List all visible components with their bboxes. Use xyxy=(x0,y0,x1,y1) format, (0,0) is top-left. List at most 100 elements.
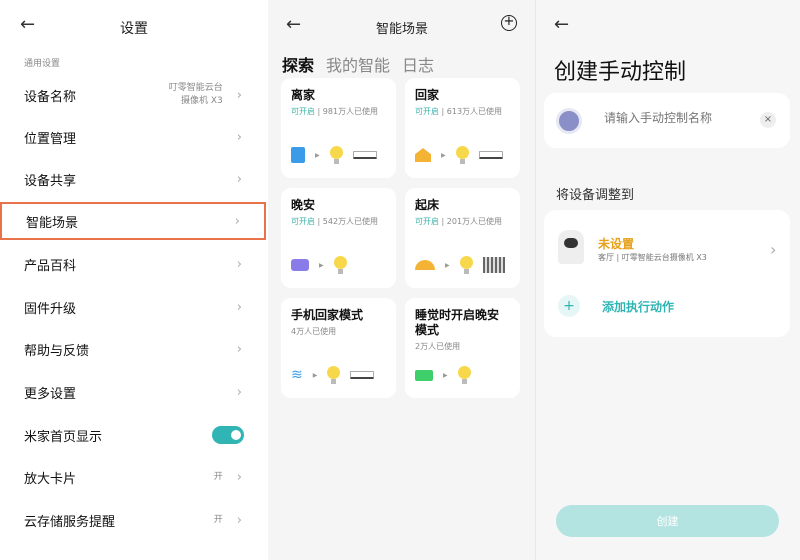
tab-explore[interactable]: 探索 xyxy=(282,52,314,76)
smart-scene-panel: ← 智能场景 + 探索 我的智能 日志 离家 可开启 | 981万人已使用 ▶ 回家… xyxy=(268,0,535,560)
settings-item-home-display: 米家首页显示 xyxy=(0,415,266,455)
scene-title: 离家 xyxy=(291,88,316,102)
add-action-button[interactable]: + 添加执行动作 xyxy=(558,295,674,317)
create-manual-control-panel: ← 创建手动控制 × 将设备调整到 未设置 客厅 | 叮零智能云台摄像机 X3 … xyxy=(535,0,800,560)
scene-users: 981万人已使用 xyxy=(322,107,379,116)
tab-log[interactable]: 日志 xyxy=(402,52,434,76)
scene-card-come-home[interactable]: 回家 可开启 | 613万人已使用 ▶ xyxy=(405,78,520,178)
bulb-icon xyxy=(455,146,469,164)
item-label: 设备共享 xyxy=(24,173,77,189)
scene-card-phone-home[interactable]: 手机回家模式 4万人已使用 ≋ ▶ xyxy=(281,298,396,398)
settings-panel: ← 设置 通用设置 设备名称 叮零智能云台 摄像机 X3 › 位置管理 › 设备共享 › … xyxy=(0,0,268,560)
scene-status: 可开启 xyxy=(415,217,439,226)
scene-icon[interactable] xyxy=(556,108,582,134)
sunrise-icon xyxy=(415,260,435,270)
scene-title: 睡觉时开启晚安模式 xyxy=(415,308,500,337)
page-title: 创建手动控制 xyxy=(554,60,687,85)
arrow-icon: ▶ xyxy=(441,151,446,159)
scene-users: 201万人已使用 xyxy=(446,217,503,226)
arrow-icon: ▶ xyxy=(319,261,324,269)
item-value: 叮零智能云台 摄像机 X3 xyxy=(168,83,223,106)
scene-title: 手机回家模式 xyxy=(291,308,364,322)
name-input[interactable] xyxy=(604,111,754,125)
home-display-toggle[interactable] xyxy=(212,426,244,444)
page-title: 设置 xyxy=(120,21,148,37)
item-label: 固件升级 xyxy=(24,301,77,317)
section-label: 将设备调整到 xyxy=(556,188,635,203)
add-action-label: 添加执行动作 xyxy=(602,299,675,314)
chevron-right-icon: › xyxy=(770,240,777,259)
scene-users: 613万人已使用 xyxy=(446,107,503,116)
create-button[interactable]: 创建 xyxy=(556,505,779,537)
page-title: 智能场景 xyxy=(376,22,429,37)
scene-status: 可开启 xyxy=(291,217,315,226)
arrow-icon: ▶ xyxy=(445,261,450,269)
clear-icon[interactable]: × xyxy=(760,112,776,128)
settings-item-large-card[interactable]: 放大卡片 开 › xyxy=(0,457,266,497)
chevron-right-icon: › xyxy=(236,384,242,400)
chevron-right-icon: › xyxy=(236,299,242,315)
item-value: 开 xyxy=(213,471,223,482)
house-icon xyxy=(415,148,431,162)
section-label: 通用设置 xyxy=(24,59,61,69)
scene-card-good-night[interactable]: 晚安 可开启 | 542万人已使用 ▶ xyxy=(281,188,396,288)
item-label: 智能场景 xyxy=(26,215,79,231)
settings-item-firmware[interactable]: 固件升级 › xyxy=(0,287,266,327)
chevron-right-icon: › xyxy=(236,256,242,272)
chevron-right-icon: › xyxy=(236,171,242,187)
item-label: 更多设置 xyxy=(24,386,77,402)
scene-users: 4万人已使用 xyxy=(291,327,337,336)
scene-users: 542万人已使用 xyxy=(322,217,379,226)
item-label: 放大卡片 xyxy=(24,471,77,487)
item-label: 位置管理 xyxy=(24,131,77,147)
settings-item-help[interactable]: 帮助与反馈 › xyxy=(0,329,266,369)
chevron-right-icon: › xyxy=(236,129,242,145)
scene-status: 可开启 xyxy=(291,107,315,116)
chevron-right-icon: › xyxy=(234,213,240,229)
item-label: 产品百科 xyxy=(24,258,77,274)
settings-item-more[interactable]: 更多设置 › xyxy=(0,372,266,412)
item-label: 云存储服务提醒 xyxy=(24,514,116,530)
curtain-icon xyxy=(482,257,505,273)
plus-icon: + xyxy=(558,295,580,317)
door-icon xyxy=(291,147,305,163)
settings-item-wiki[interactable]: 产品百科 › xyxy=(0,244,266,284)
item-label: 帮助与反馈 xyxy=(24,343,90,359)
arrow-icon: ▶ xyxy=(315,151,320,159)
camera-icon xyxy=(558,230,584,264)
settings-item-location[interactable]: 位置管理 › xyxy=(0,117,266,157)
scene-status: 可开启 xyxy=(415,107,439,116)
scene-title: 晚安 xyxy=(291,198,316,212)
scene-title: 起床 xyxy=(415,198,440,212)
chevron-right-icon: › xyxy=(236,512,242,528)
device-name: 叮零智能云台摄像机 X3 xyxy=(621,253,707,262)
air-conditioner-icon xyxy=(478,151,503,159)
back-arrow-icon[interactable]: ← xyxy=(20,14,35,35)
scene-card-sleep-night[interactable]: 睡觉时开启晚安模式 2万人已使用 ▶ xyxy=(405,298,520,398)
tab-my-smart[interactable]: 我的智能 xyxy=(326,52,390,76)
settings-item-share[interactable]: 设备共享 › xyxy=(0,159,266,199)
device-status: 未设置 xyxy=(598,237,635,251)
device-row[interactable]: 未设置 客厅 | 叮零智能云台摄像机 X3 › xyxy=(544,224,790,274)
scene-card-wake-up[interactable]: 起床 可开启 | 201万人已使用 ▶ xyxy=(405,188,520,288)
chevron-right-icon: › xyxy=(236,469,242,485)
battery-charging-icon xyxy=(415,369,433,381)
bed-icon xyxy=(291,259,309,271)
scene-users: 2万人已使用 xyxy=(415,342,461,351)
back-arrow-icon[interactable]: ← xyxy=(554,14,569,35)
settings-item-device-name[interactable]: 设备名称 叮零智能云台 摄像机 X3 › xyxy=(0,75,266,115)
settings-item-smart-scene[interactable]: 智能场景 › xyxy=(0,202,266,240)
scene-tabs: 探索 我的智能 日志 xyxy=(282,52,434,76)
chevron-right-icon: › xyxy=(236,87,242,103)
bulb-icon xyxy=(459,256,473,274)
bulb-icon xyxy=(457,366,471,384)
settings-item-cloud-reminder[interactable]: 云存储服务提醒 开 › xyxy=(0,500,266,540)
item-label: 设备名称 xyxy=(24,89,77,105)
item-value: 开 xyxy=(213,514,223,525)
back-arrow-icon[interactable]: ← xyxy=(286,14,301,35)
wifi-icon: ≋ xyxy=(291,367,303,383)
add-icon[interactable]: + xyxy=(501,15,517,31)
scene-card-leave-home[interactable]: 离家 可开启 | 981万人已使用 ▶ xyxy=(281,78,396,178)
air-conditioner-icon xyxy=(352,151,377,159)
bulb-icon xyxy=(329,146,343,164)
